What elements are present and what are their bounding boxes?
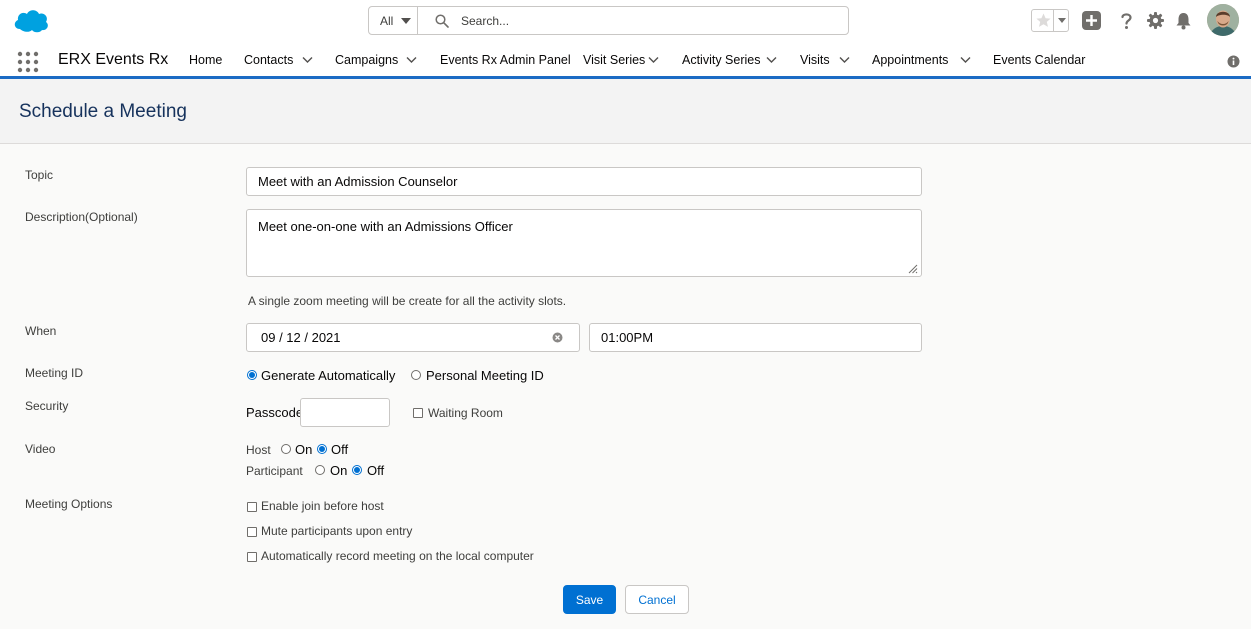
resize-handle-icon[interactable] — [907, 263, 918, 274]
meeting-id-label: Meeting ID — [25, 366, 84, 380]
save-button[interactable]: Save — [563, 585, 616, 614]
host-video-off-radio[interactable] — [317, 444, 327, 454]
search-input[interactable] — [461, 10, 831, 31]
generate-automatically-label: Generate Automatically — [261, 368, 396, 383]
auto-record-label: Automatically record meeting on the loca… — [261, 549, 534, 563]
schedule-meeting-form: Topic Description(Optional) Meet one-on-… — [0, 144, 1251, 629]
participant-video-on-label: On — [330, 463, 348, 478]
passcode-input[interactable] — [300, 398, 390, 427]
nav-tab-label: Appointments — [872, 53, 949, 67]
personal-meeting-id-radio[interactable] — [411, 370, 421, 380]
app-launcher-icon[interactable] — [17, 51, 39, 73]
mute-on-entry-checkbox[interactable] — [247, 527, 257, 537]
search-icon — [435, 14, 449, 28]
global-search: All — [368, 6, 849, 35]
time-input[interactable] — [589, 323, 922, 352]
nav-tab-label: Events Calendar — [993, 53, 1086, 67]
participant-video-off-label: Off — [367, 463, 385, 478]
description-label: Description(Optional) — [25, 210, 138, 224]
avatar-image — [1207, 4, 1239, 36]
chevron-down-icon[interactable] — [406, 56, 417, 64]
participant-video-on-radio[interactable] — [315, 465, 325, 475]
host-video-off-label: Off — [331, 442, 349, 457]
nav-tab-label: Visit Series — [583, 53, 646, 67]
description-textarea[interactable]: Meet one-on-one with an Admissions Offic… — [246, 209, 922, 277]
global-header: All — [0, 0, 1251, 42]
salesforce-cloud-logo[interactable] — [12, 7, 50, 34]
mute-on-entry-label: Mute participants upon entry — [261, 524, 413, 538]
user-avatar[interactable] — [1207, 4, 1239, 36]
page-title: Schedule a Meeting — [19, 101, 187, 122]
nav-tab-label: Activity Series — [682, 53, 761, 67]
chevron-down-icon[interactable] — [960, 56, 971, 64]
page-header: Schedule a Meeting — [0, 79, 1251, 144]
app-nav-bar: ERX Events Rx Home Contacts Campaigns Ev… — [0, 42, 1251, 79]
security-label: Security — [25, 399, 69, 413]
auto-record-checkbox[interactable] — [247, 552, 257, 562]
caret-down-icon — [401, 18, 411, 24]
join-before-host-checkbox[interactable] — [247, 502, 257, 512]
star-icon[interactable] — [1035, 12, 1052, 29]
waiting-room-label: Waiting Room — [428, 406, 503, 420]
favorites-dropdown[interactable] — [1053, 10, 1069, 31]
meeting-options-label: Meeting Options — [25, 497, 113, 511]
chevron-down-icon[interactable] — [648, 56, 659, 64]
chevron-down-icon[interactable] — [302, 56, 313, 64]
chevron-down-icon[interactable] — [766, 56, 777, 64]
passcode-label: Passcode — [246, 405, 304, 420]
when-label: When — [25, 324, 57, 338]
nav-tab-label: Events Rx Admin Panel — [440, 53, 571, 67]
chevron-down-icon[interactable] — [839, 56, 850, 64]
zoom-help-text: A single zoom meeting will be create for… — [248, 294, 567, 308]
plus-icon[interactable] — [1081, 10, 1102, 31]
generate-automatically-radio[interactable] — [247, 370, 257, 380]
date-input[interactable] — [246, 323, 580, 352]
nav-tab-label: Home — [189, 53, 223, 67]
host-video-on-label: On — [295, 442, 313, 457]
participant-label: Participant — [246, 464, 303, 478]
topic-label: Topic — [25, 168, 54, 182]
caret-down-icon — [1058, 18, 1066, 23]
favorites-control — [1031, 9, 1069, 32]
nav-tab-label: Visits — [800, 53, 830, 67]
help-icon[interactable] — [1116, 10, 1137, 31]
nav-tab-label: Campaigns — [335, 53, 399, 67]
join-before-host-label: Enable join before host — [261, 499, 384, 513]
info-icon[interactable] — [1227, 55, 1240, 68]
topic-input[interactable] — [246, 167, 922, 196]
host-label: Host — [246, 443, 271, 457]
waiting-room-checkbox[interactable] — [413, 408, 423, 418]
search-scope-dropdown[interactable]: All — [369, 7, 418, 34]
participant-video-off-radio[interactable] — [352, 465, 362, 475]
bell-icon[interactable] — [1173, 10, 1194, 31]
gear-icon[interactable] — [1145, 10, 1166, 31]
clear-date-icon[interactable] — [552, 332, 563, 343]
personal-meeting-id-label: Personal Meeting ID — [426, 368, 544, 383]
cancel-button[interactable]: Cancel — [625, 585, 689, 614]
host-video-on-radio[interactable] — [281, 444, 291, 454]
video-label: Video — [25, 442, 56, 456]
nav-tab-label: Contacts — [244, 53, 294, 67]
search-scope-label: All — [380, 14, 394, 28]
app-name: ERX Events Rx — [58, 51, 169, 68]
